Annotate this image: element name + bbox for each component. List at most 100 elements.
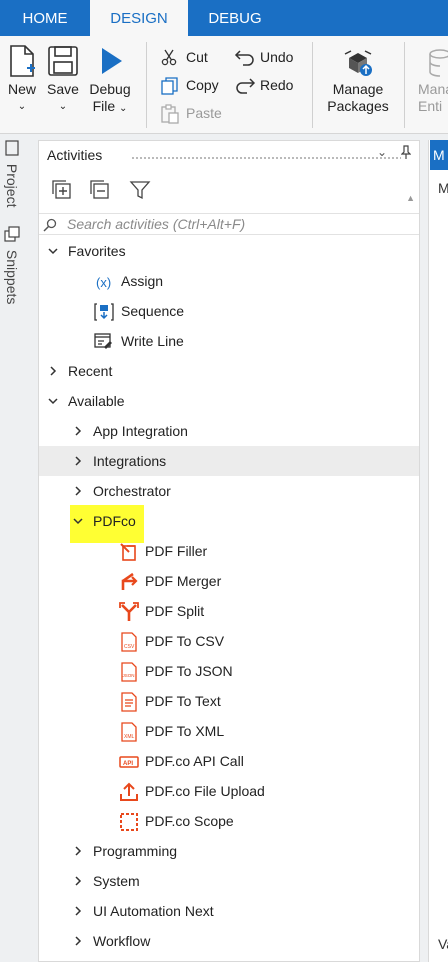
save-button[interactable]: Save ⌄ [44, 44, 82, 115]
snippets-icon [4, 226, 20, 242]
activity-item[interactable]: PDF Filler [39, 536, 419, 566]
tree-node-category[interactable]: Workflow [39, 926, 419, 956]
database-icon [429, 49, 448, 77]
activity-label: Write Line [121, 333, 184, 349]
copy-icon [161, 77, 178, 95]
ribbon-separator [404, 42, 405, 128]
panel-grip[interactable] [131, 156, 401, 160]
document-icon [5, 140, 19, 156]
pdf-to-text-icon [119, 692, 139, 712]
copy-button[interactable]: Copy [160, 74, 230, 96]
right-panel [428, 140, 448, 962]
entities-label-2: Enti [418, 98, 443, 114]
chevron-right-icon[interactable] [72, 446, 84, 476]
sequence-icon [94, 302, 114, 322]
panel-dropdown-icon[interactable]: ⌄ [377, 145, 387, 159]
new-button[interactable]: New ⌄ [4, 44, 40, 115]
tree-node-recent[interactable]: Recent [39, 356, 419, 386]
chevron-right-icon[interactable] [72, 926, 84, 956]
redo-label: Redo [260, 77, 294, 93]
chevron-right-icon[interactable] [72, 866, 84, 896]
tree-node-label: Orchestrator [93, 483, 171, 499]
tab-home[interactable]: HOME [0, 0, 90, 36]
search-icon [43, 218, 57, 232]
tab-project[interactable]: Project [4, 140, 20, 207]
debug-file-button[interactable]: Debug File ⌄ [86, 44, 134, 117]
search-input[interactable]: Search activities (Ctrl+Alt+F) [67, 216, 245, 232]
chevron-down-icon[interactable] [47, 236, 59, 266]
activity-item[interactable]: CSV PDF To CSV [39, 626, 419, 656]
tree-node-pdfco[interactable]: PDFco [39, 506, 419, 536]
activity-item[interactable]: Write Line [39, 326, 419, 356]
tree-node-favorites[interactable]: Favorites [39, 236, 419, 266]
scope-icon [119, 812, 139, 832]
activity-item[interactable]: (x) Assign [39, 266, 419, 296]
snippets-label: Snippets [4, 249, 20, 305]
tree-node-category[interactable]: UI Automation Next [39, 896, 419, 926]
activity-item[interactable]: JSON PDF To JSON [39, 656, 419, 686]
cut-button[interactable]: Cut [160, 46, 220, 68]
copy-label: Copy [186, 77, 219, 93]
paste-icon [161, 104, 179, 124]
chevron-right-icon[interactable] [72, 896, 84, 926]
tree-node-category[interactable]: System [39, 866, 419, 896]
panel-title: Activities [47, 147, 103, 163]
chevron-right-icon[interactable] [72, 476, 84, 506]
tree-node-category[interactable]: Integrations [39, 446, 419, 476]
chevron-down-icon: ⌄ [58, 101, 68, 112]
chevron-down-icon: ⌄ [17, 101, 27, 112]
tree-node-available[interactable]: Available [39, 386, 419, 416]
activity-item[interactable]: PDF To Text [39, 686, 419, 716]
chevron-down-icon[interactable] [72, 506, 84, 536]
variables-tab[interactable]: Va [438, 936, 448, 952]
undo-label: Undo [260, 49, 294, 65]
undo-button[interactable]: Undo [234, 46, 304, 68]
activity-item[interactable]: PDF.co Scope [39, 806, 419, 836]
redo-button[interactable]: Redo [234, 74, 304, 96]
search-activities[interactable]: Search activities (Ctrl+Alt+F) [39, 213, 419, 235]
tab-snippets[interactable]: Snippets [4, 226, 20, 304]
tree-node-category[interactable]: App Integration [39, 416, 419, 446]
side-tab-strip: Project Snippets [0, 134, 30, 962]
expand-all-button[interactable] [51, 179, 73, 204]
chevron-down-icon[interactable] [47, 386, 59, 416]
right-panel-tab[interactable]: M [430, 140, 448, 170]
manage-packages-button[interactable]: Manage Packages [320, 46, 396, 115]
tree-node-label: Workflow [93, 933, 151, 949]
activity-item[interactable]: API PDF.co API Call [39, 746, 419, 776]
activity-label: PDF Merger [145, 573, 222, 589]
tab-debug[interactable]: DEBUG [188, 0, 282, 36]
tree-node-label: Recent [68, 363, 113, 379]
activity-item[interactable]: PDF Split [39, 596, 419, 626]
scroll-up-icon[interactable]: ▲ [406, 193, 415, 203]
collapse-all-button[interactable] [89, 179, 111, 204]
manage-entities-button[interactable]: Mana Enti [418, 46, 448, 115]
filter-button[interactable] [129, 179, 151, 204]
svg-text:CSV: CSV [124, 644, 135, 650]
collapse-all-icon [90, 180, 109, 199]
activity-item[interactable]: XML PDF To XML [39, 716, 419, 746]
pin-icon[interactable] [400, 145, 412, 162]
chevron-right-icon[interactable] [72, 836, 84, 866]
activity-item[interactable]: Sequence [39, 296, 419, 326]
tree-node-category[interactable]: Orchestrator [39, 476, 419, 506]
play-icon [102, 48, 122, 74]
new-label: New [7, 81, 36, 97]
paste-button[interactable]: Paste [160, 102, 230, 124]
activity-item[interactable]: PDF.co File Upload [39, 776, 419, 806]
tab-design[interactable]: DESIGN [90, 0, 188, 36]
activity-item[interactable]: PDF Merger [39, 566, 419, 596]
project-label: Project [4, 163, 20, 208]
packages-label: Packages [327, 98, 389, 114]
chevron-right-icon[interactable] [47, 356, 59, 386]
chevron-right-icon[interactable] [72, 416, 84, 446]
save-icon [48, 46, 78, 76]
pdf-to-csv-icon: CSV [119, 632, 139, 652]
assign-icon: (x) [94, 272, 114, 292]
svg-text:JSON: JSON [123, 673, 135, 678]
tree-node-category[interactable]: Programming [39, 836, 419, 866]
undo-icon [234, 50, 254, 66]
right-panel-label: M [438, 180, 448, 196]
debug-file-label: File ⌄ [86, 98, 134, 117]
activity-label: PDF.co API Call [145, 753, 244, 769]
